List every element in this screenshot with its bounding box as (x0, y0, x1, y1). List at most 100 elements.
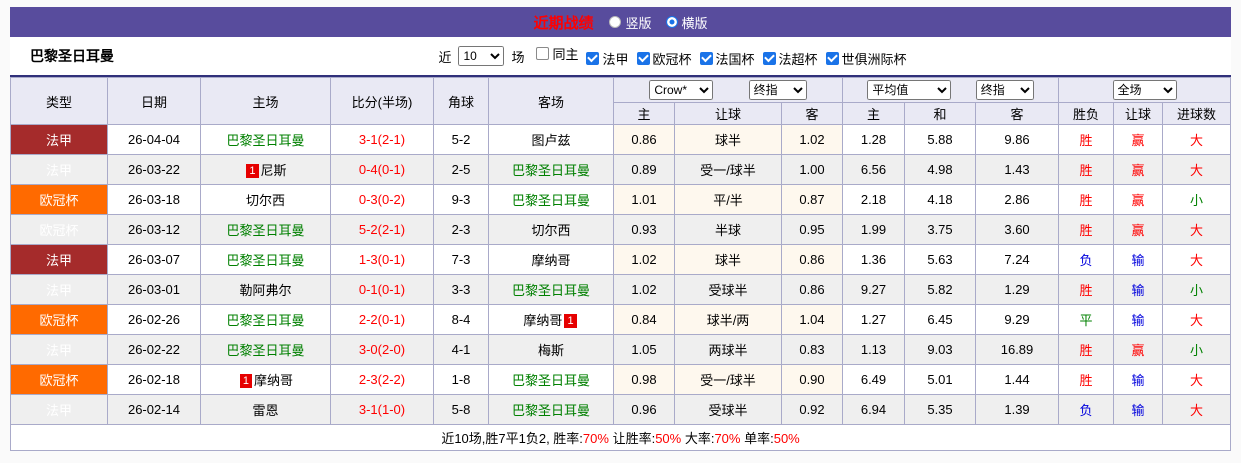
date-cell: 26-02-18 (107, 364, 201, 395)
goals-result-cell: 大 (1162, 214, 1232, 245)
euro-company-select[interactable]: 平均值 (867, 80, 952, 100)
asian-final-select[interactable]: 终指 (748, 80, 807, 100)
euro-away-odds: 9.86 (974, 124, 1060, 155)
euro-away-odds: 1.43 (974, 154, 1060, 185)
match-row: 欧冠杯 26-02-26 巴黎圣日耳曼 2-2(0-1) 8-4 摩纳哥 1 0.84 球半/两… (10, 304, 1232, 335)
score-cell[interactable]: 2-2(0-1) (330, 304, 434, 335)
filter-checkbox-trophee-des-champions[interactable]: 法超杯 (762, 49, 818, 68)
score-cell[interactable]: 0-1(0-1) (330, 274, 434, 305)
score-cell[interactable]: 5-2(2-1) (330, 214, 434, 245)
team-name[interactable]: 摩纳哥 (254, 373, 293, 388)
home-team-cell: 勒阿弗尔 (200, 274, 331, 305)
score-cell[interactable]: 1-3(0-1) (330, 244, 434, 275)
col-header-corner: 角球 (433, 77, 489, 125)
handicap-result-cell: 输 (1113, 304, 1164, 335)
radio-unselected-icon[interactable] (609, 16, 622, 28)
match-row: 法甲 26-03-22 1 尼斯 0-4(0-1) 2-5 巴黎圣日耳曼 0.89 受一/球半 1… (10, 154, 1232, 185)
result-cell: 胜 (1058, 274, 1115, 305)
league-cell: 法甲 (10, 244, 108, 275)
date-cell: 26-03-22 (107, 154, 201, 185)
result-cell: 负 (1058, 394, 1115, 425)
goals-result-cell: 大 (1162, 124, 1232, 155)
asian-home-odds: 0.93 (613, 214, 675, 245)
goals-result-cell: 大 (1162, 244, 1232, 275)
team-name[interactable]: 巴黎圣日耳曼 (226, 313, 304, 328)
team-name[interactable]: 摩纳哥 (523, 313, 562, 328)
score-cell[interactable]: 3-1(1-0) (330, 394, 434, 425)
match-rows: 法甲 26-04-04 巴黎圣日耳曼 3-1(2-1) 5-2 图卢兹 0.86 球半 1.02… (10, 124, 1232, 425)
summary-segment: 单率: (740, 431, 774, 446)
goals-result-cell: 小 (1162, 274, 1232, 305)
filter-checkbox-same-home[interactable]: 同主 (536, 44, 578, 63)
checkbox-icon[interactable] (636, 51, 650, 65)
scope-select[interactable]: 全场 (1112, 80, 1177, 100)
team-name[interactable]: 梅斯 (538, 343, 564, 358)
radio-selected-icon[interactable] (665, 16, 678, 28)
away-team-cell: 巴黎圣日耳曼 (488, 364, 614, 395)
score-cell[interactable]: 3-0(2-0) (330, 334, 434, 365)
asian-away-odds: 0.90 (781, 364, 843, 395)
asian-away-odds: 0.86 (781, 244, 843, 275)
team-name[interactable]: 图卢兹 (531, 133, 570, 148)
col-header-away: 客场 (488, 77, 614, 125)
league-cell: 法甲 (10, 154, 108, 185)
filter-checkbox-coupe-de-france[interactable]: 法国杯 (699, 49, 755, 68)
checkbox-label: 同主 (552, 47, 579, 63)
team-name[interactable]: 雷恩 (252, 403, 278, 418)
home-team-cell: 巴黎圣日耳曼 (200, 304, 331, 335)
team-name[interactable]: 巴黎圣日耳曼 (226, 253, 304, 268)
filter-checkbox-ligue1[interactable]: 法甲 (586, 49, 629, 68)
asian-handicap: 受一/球半 (674, 154, 782, 185)
team-name[interactable]: 巴黎圣日耳曼 (512, 373, 590, 388)
euro-final-select[interactable]: 终指 (975, 80, 1034, 100)
col-header-score: 比分(半场) (330, 77, 434, 125)
checkbox-icon[interactable] (586, 51, 600, 65)
near-label: 近 (438, 49, 452, 65)
asian-home-odds: 0.96 (613, 394, 675, 425)
checkbox-icon[interactable] (825, 51, 839, 65)
match-count-select[interactable]: 10 (458, 46, 505, 66)
score-cell[interactable]: 3-1(2-1) (330, 124, 434, 155)
team-name[interactable]: 勒阿弗尔 (239, 283, 291, 298)
league-cell: 法甲 (10, 124, 108, 155)
checkbox-icon[interactable] (536, 47, 550, 61)
goals-result-cell: 小 (1162, 184, 1232, 215)
col-header-euro-draw: 和 (904, 102, 976, 125)
layout-radio-horizontal[interactable]: 横版 (665, 13, 708, 32)
score-cell[interactable]: 0-4(0-1) (330, 154, 434, 185)
league-cell: 欧冠杯 (10, 184, 108, 215)
score-cell[interactable]: 2-3(2-2) (330, 364, 434, 395)
home-team-cell: 切尔西 (200, 184, 331, 215)
team-name[interactable]: 切尔西 (531, 223, 570, 238)
filter-checkbox-ucl[interactable]: 欧冠杯 (636, 49, 692, 68)
goals-result-cell: 小 (1162, 334, 1232, 365)
asian-away-odds: 1.04 (781, 304, 843, 335)
checkbox-icon[interactable] (699, 51, 713, 65)
match-row: 法甲 26-03-07 巴黎圣日耳曼 1-3(0-1) 7-3 摩纳哥 1.02 球半 0.86… (10, 244, 1232, 275)
team-name[interactable]: 巴黎圣日耳曼 (226, 133, 304, 148)
checkbox-label: 法超杯 (778, 51, 818, 67)
home-team-cell: 巴黎圣日耳曼 (200, 214, 331, 245)
team-name[interactable]: 巴黎圣日耳曼 (512, 403, 590, 418)
away-team-cell: 巴黎圣日耳曼 (488, 154, 614, 185)
match-row: 欧冠杯 26-03-12 巴黎圣日耳曼 5-2(2-1) 2-3 切尔西 0.93 半球 0.9… (10, 214, 1232, 245)
corner-cell: 2-3 (433, 214, 489, 245)
team-name[interactable]: 巴黎圣日耳曼 (226, 343, 304, 358)
layout-radio-vertical[interactable]: 竖版 (609, 13, 652, 32)
results-table: 类型 日期 主场 比分(半场) 角球 客场 Crow* 终指 平均值 终指 全场… (9, 77, 1232, 451)
filter-checkbox-club-world-cup[interactable]: 世俱洲际杯 (825, 49, 907, 68)
team-name[interactable]: 尼斯 (261, 163, 287, 178)
team-name[interactable]: 摩纳哥 (531, 253, 570, 268)
team-name[interactable]: 切尔西 (246, 193, 285, 208)
summary-segment: 大率: (681, 431, 715, 446)
team-name[interactable]: 巴黎圣日耳曼 (226, 223, 304, 238)
team-name[interactable]: 巴黎圣日耳曼 (512, 193, 590, 208)
score-cell[interactable]: 0-3(0-2) (330, 184, 434, 215)
result-cell: 平 (1058, 304, 1115, 335)
odds-company-select[interactable]: Crow* (649, 80, 714, 100)
radio-label: 竖版 (625, 15, 652, 31)
euro-home-odds: 6.49 (842, 364, 905, 395)
team-name[interactable]: 巴黎圣日耳曼 (512, 163, 590, 178)
checkbox-icon[interactable] (762, 51, 776, 65)
team-name[interactable]: 巴黎圣日耳曼 (512, 283, 590, 298)
